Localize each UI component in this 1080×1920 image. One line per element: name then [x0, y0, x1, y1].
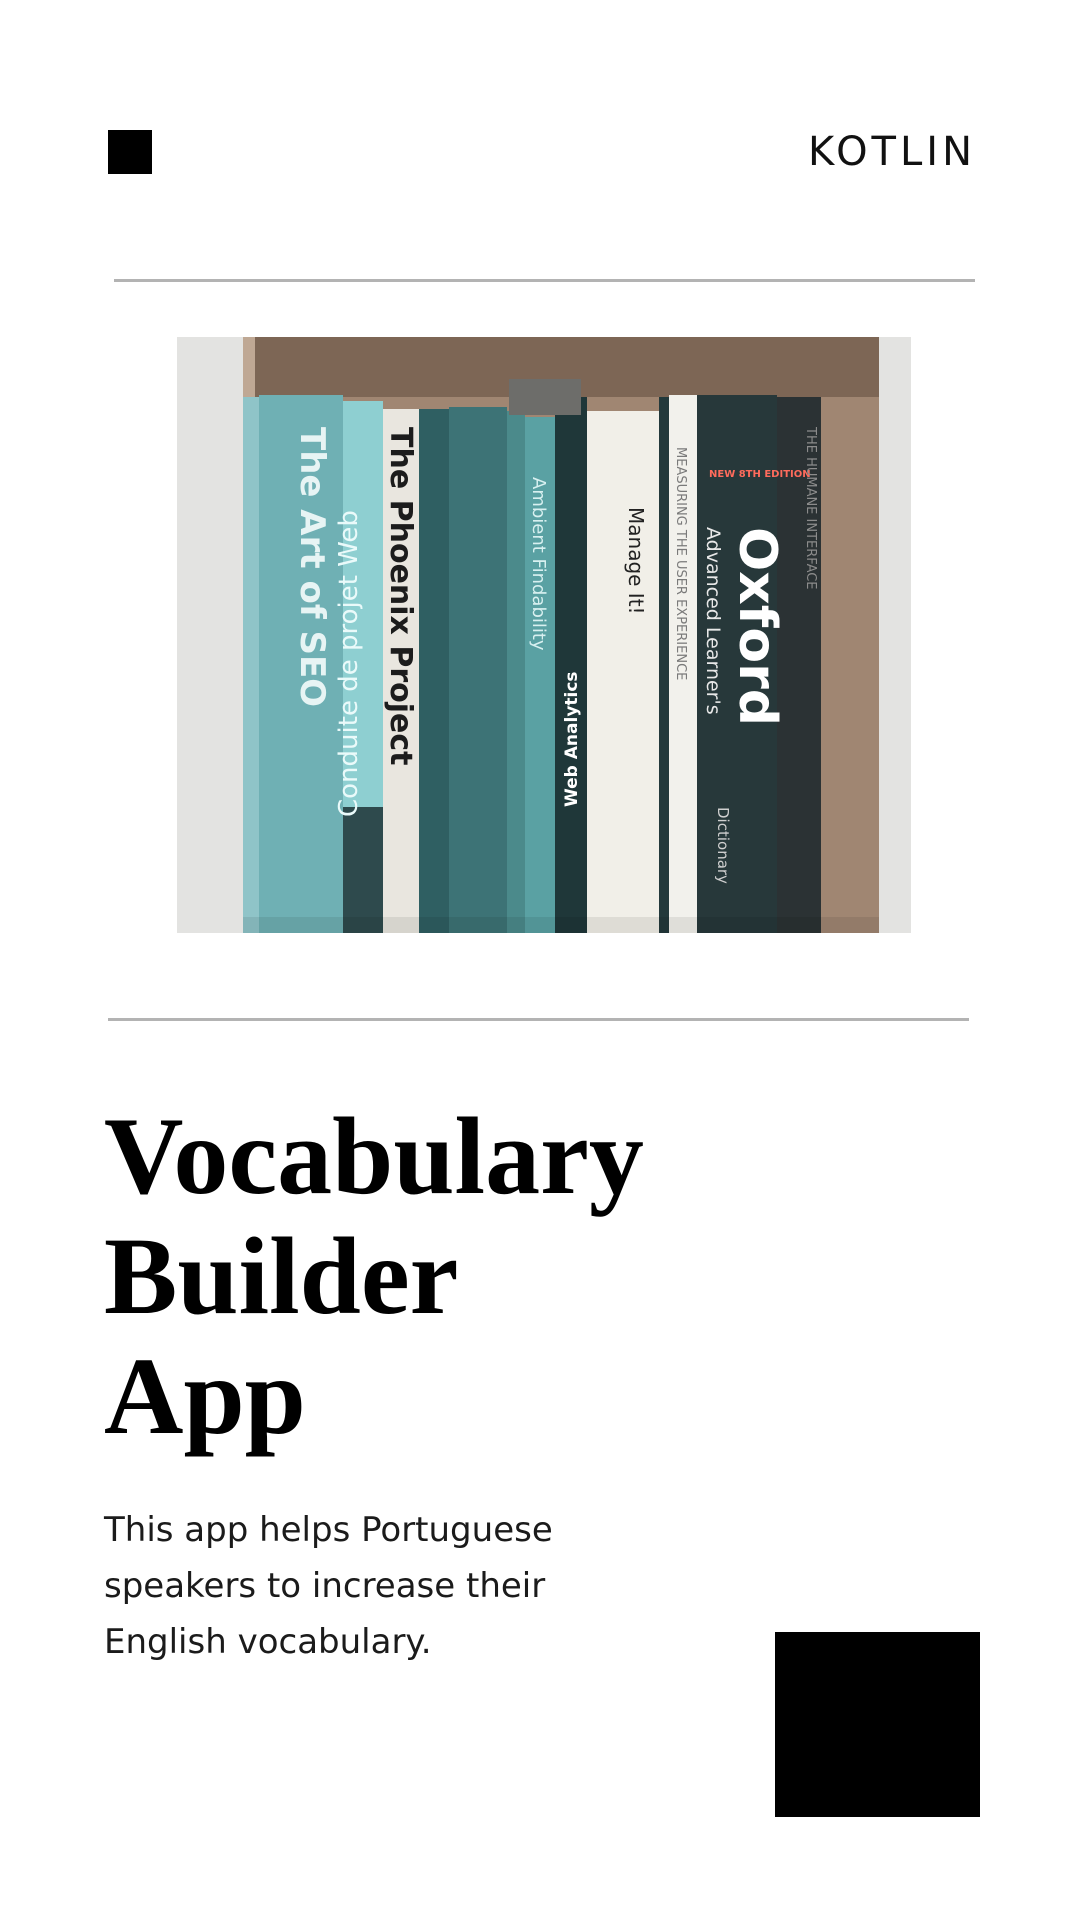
book-web-analytics	[555, 397, 587, 933]
bottom-divider	[108, 1018, 969, 1021]
book-manage-it	[587, 411, 659, 933]
top-divider	[114, 279, 975, 282]
title-line: Vocabulary	[104, 1095, 644, 1217]
app-description: This app helps Portuguese speakers to in…	[104, 1510, 553, 1662]
spine-oxford: Oxford	[727, 527, 787, 726]
spine-new-edition: NEW 8TH EDITION	[709, 469, 811, 480]
spine-art-of-seo: The Art of SEO	[292, 427, 332, 707]
bookshelf-photo: The Art of SEO Conduite de projet Web Th…	[177, 337, 911, 933]
page-title: Vocabulary Builder App	[104, 1096, 644, 1456]
spine-ambient: Ambient Findability	[528, 477, 549, 651]
spine-dictionary: Dictionary	[714, 807, 732, 884]
spine-humane: THE HUMANE INTERFACE	[803, 426, 818, 590]
spine-advanced-learners: Advanced Learner's	[702, 527, 724, 715]
logo-square-icon	[108, 130, 152, 174]
spine-web-analytics: Web Analytics	[562, 671, 582, 807]
decorative-black-square	[775, 1632, 980, 1817]
bookshelf-illustration: The Art of SEO Conduite de projet Web Th…	[177, 337, 911, 933]
spine-measuring: MEASURING THE USER EXPERIENCE	[673, 447, 688, 680]
title-line: Builder	[104, 1215, 459, 1337]
spine-conduite: Conduite de projet Web	[334, 510, 364, 817]
title-line: App	[104, 1335, 306, 1457]
spine-phoenix: The Phoenix Project	[383, 427, 418, 766]
brand-label: KOTLIN	[808, 129, 976, 175]
spine-manage-it: Manage It!	[624, 507, 648, 615]
